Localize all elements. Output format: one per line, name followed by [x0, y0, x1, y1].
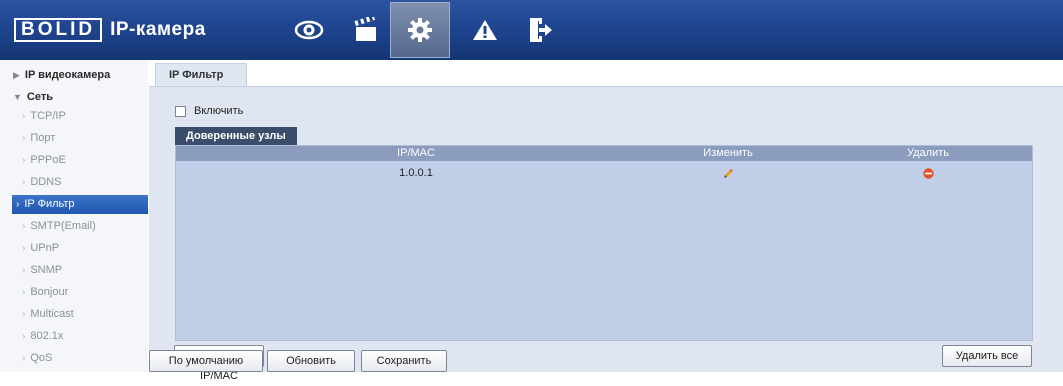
nav-live-button[interactable] — [279, 2, 339, 58]
sidebar-item-8021x[interactable]: › 802.1x — [0, 327, 148, 346]
sidebar-item-label: IP Фильтр — [24, 198, 75, 210]
chevron-right-icon: › — [22, 155, 26, 166]
chevron-right-icon: › — [22, 177, 26, 188]
chevron-right-icon: › — [22, 243, 26, 254]
chevron-right-icon: › — [22, 265, 26, 276]
sidebar-item-label: PPPoE — [30, 154, 66, 166]
ip-cell: 1.0.0.1 — [399, 167, 433, 179]
section-label: IP видеокамера — [24, 69, 111, 81]
brand: BOLID IP-камера — [14, 16, 206, 44]
sidebar-item-multicast[interactable]: › Multicast — [0, 305, 148, 324]
sidebar-item-snmp[interactable]: › SNMP — [0, 261, 148, 280]
sidebar-item-label: SMTP(Email) — [30, 220, 96, 232]
save-button[interactable]: Сохранить — [361, 350, 447, 372]
table-row: 1.0.0.1 — [176, 164, 1032, 182]
sidebar-item-label: DDNS — [30, 176, 62, 188]
sidebar-item-label: Порт — [30, 132, 56, 144]
sidebar-item-label: Multicast — [30, 308, 74, 320]
chevron-right-icon: › — [22, 287, 26, 298]
edit-cell — [628, 164, 828, 185]
product-name: IP-камера — [110, 19, 206, 40]
clapperboard-icon — [354, 17, 376, 41]
triangle-right-icon: ▶ — [13, 70, 20, 80]
logout-icon — [530, 18, 552, 42]
enable-label: Включить — [194, 105, 244, 117]
sidebar-item-label: 802.1x — [30, 330, 64, 342]
sidebar-item-label: Bonjour — [30, 286, 69, 298]
nav-setup-button[interactable] — [390, 2, 450, 58]
sidebar-section-camera[interactable]: ▶ IP видеокамера — [13, 69, 110, 81]
sidebar-item-bonjour[interactable]: › Bonjour — [0, 283, 148, 302]
sidebar-item-pppoe[interactable]: › PPPoE — [0, 151, 148, 170]
triangle-down-icon: ▼ — [13, 92, 22, 102]
ip-filter-content: Включить Доверенные узлы IP/MAC Изменить… — [149, 87, 1063, 382]
section-label: Сеть — [26, 91, 53, 103]
sidebar: ▶ IP видеокамера ▼ Сеть › TCP/IP › Порт › PPP… — [0, 60, 148, 372]
chevron-right-icon: › — [22, 111, 26, 122]
delete-all-button[interactable]: Удалить все — [942, 345, 1032, 367]
chevron-right-icon: › — [22, 221, 26, 232]
column-header-delete: Удалить — [907, 147, 949, 159]
brand-logo: BOLID — [14, 18, 103, 42]
sidebar-item-upnp[interactable]: › UPnP — [0, 239, 148, 258]
sidebar-item-label: SNMP — [30, 264, 63, 276]
chevron-right-icon: › — [22, 331, 26, 342]
trusted-hosts-tab[interactable]: Доверенные узлы — [175, 127, 297, 145]
sidebar-item-label: QoS — [30, 352, 53, 364]
enable-row: Включить — [175, 105, 243, 117]
sidebar-item-port[interactable]: › Порт — [0, 129, 148, 148]
sidebar-section-network[interactable]: ▼ Сеть — [13, 91, 53, 103]
tab-ip-filter[interactable]: IP Фильтр — [155, 63, 247, 87]
sidebar-item-ip-filter[interactable]: › IP Фильтр — [12, 195, 148, 214]
enable-checkbox[interactable] — [175, 105, 186, 117]
sidebar-item-label: TCP/IP — [30, 110, 66, 122]
sidebar-item-smtp[interactable]: › SMTP(Email) — [0, 217, 148, 236]
sidebar-item-ddns[interactable]: › DDNS — [0, 173, 148, 192]
warning-icon — [473, 20, 497, 40]
sidebar-item-tcpip[interactable]: › TCP/IP — [0, 107, 148, 126]
chevron-right-icon: › — [22, 353, 26, 364]
chevron-right-icon: › — [22, 133, 26, 144]
trusted-hosts-table: IP/MAC Изменить Удалить 1.0.0.1 — [175, 145, 1033, 341]
nav-alarm-button[interactable] — [455, 2, 515, 58]
default-button[interactable]: По умолчанию — [149, 350, 263, 372]
chevron-right-icon: › — [16, 199, 20, 210]
delete-cell — [828, 164, 1028, 185]
pencil-icon[interactable] — [723, 168, 734, 179]
eye-icon — [294, 20, 324, 40]
column-header-edit: Изменить — [703, 147, 753, 159]
refresh-button[interactable]: Обновить — [267, 350, 355, 372]
nav-playback-button[interactable] — [336, 2, 396, 58]
sidebar-item-qos[interactable]: › QoS — [0, 349, 148, 368]
chevron-right-icon: › — [22, 309, 26, 320]
main-panel: IP Фильтр Включить Доверенные узлы IP/MA… — [149, 60, 1063, 382]
table-header: IP/MAC Изменить Удалить — [176, 146, 1032, 161]
column-header-ip: IP/MAC — [397, 147, 435, 159]
sidebar-item-label: UPnP — [30, 242, 60, 254]
delete-icon[interactable] — [922, 168, 934, 179]
nav-logout-button[interactable] — [510, 2, 570, 58]
gear-icon — [408, 18, 432, 42]
top-header: BOLID IP-камера — [0, 0, 1063, 60]
